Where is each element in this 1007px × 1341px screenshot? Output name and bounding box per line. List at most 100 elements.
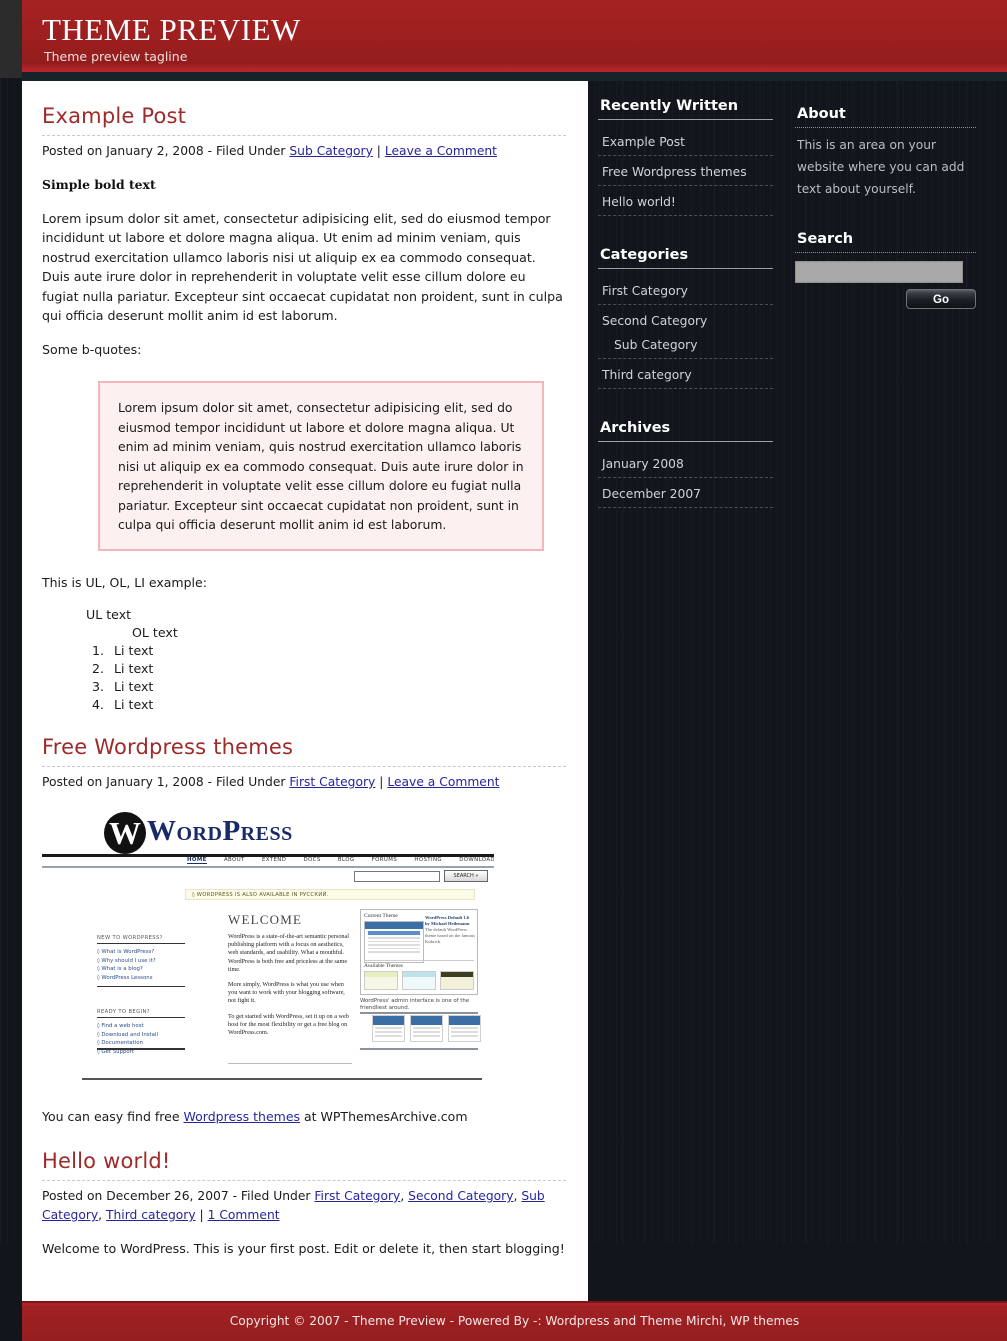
- wp-theme-mini[interactable]: [364, 971, 398, 990]
- list-item[interactable]: Example Post: [598, 126, 773, 156]
- wp-nav-item-forums[interactable]: FORUMS: [372, 857, 398, 864]
- li-item: Li text: [108, 660, 566, 678]
- list-item[interactable]: Hello world!: [598, 186, 773, 216]
- li-item: Li text: [108, 696, 566, 714]
- wp-thumb[interactable]: [448, 1015, 481, 1042]
- category-link[interactable]: Second Category: [602, 314, 707, 328]
- wp-box1-link[interactable]: ◊ What is a blog?: [97, 965, 185, 974]
- category-link[interactable]: Third category: [602, 368, 692, 382]
- wp-box1-link[interactable]: ◊ What is WordPress?: [97, 948, 185, 957]
- list-item-sub[interactable]: Sub Category: [598, 329, 773, 359]
- wp-box1-link[interactable]: ◊ Why should I use it?: [97, 957, 185, 966]
- post-title[interactable]: Hello world!: [42, 1148, 566, 1174]
- wp-box2-link[interactable]: ◊ Download and Install: [97, 1031, 185, 1040]
- li-item: Li text: [108, 642, 566, 660]
- post-meta: Posted on January 1, 2008 - Filed Under …: [42, 766, 566, 792]
- wp-nav-item-extend[interactable]: EXTEND: [262, 857, 286, 864]
- wp-nav-item-about[interactable]: ABOUT: [224, 857, 245, 864]
- recent-post-link[interactable]: Example Post: [602, 135, 685, 149]
- content-column: Example Post Posted on January 2, 2008 -…: [22, 81, 588, 1291]
- post-category-link[interactable]: Sub Category: [289, 144, 372, 158]
- wp-theme-mini[interactable]: [402, 971, 436, 990]
- after-image-suffix: at WPThemesArchive.com: [300, 1109, 468, 1124]
- archive-link[interactable]: January 2008: [602, 457, 684, 471]
- wp-left-bottom-rule: [97, 1048, 185, 1050]
- post-comment-link[interactable]: 1 Comment: [208, 1208, 280, 1222]
- wp-nav-item-download[interactable]: DOWNLOAD: [459, 857, 494, 864]
- list-item[interactable]: January 2008: [598, 448, 773, 478]
- wp-available-label: Available Themes: [364, 963, 403, 969]
- wp-theme-mini[interactable]: [440, 971, 474, 990]
- ol-numbered-list: Li text Li text Li text Li text: [86, 642, 566, 714]
- post-title[interactable]: Example Post: [42, 103, 566, 129]
- about-text: This is an area on your website where yo…: [797, 138, 965, 196]
- post-free-wordpress-themes: Free Wordpress themes Posted on January …: [42, 734, 566, 1124]
- wp-nav-item-hosting[interactable]: HOSTING: [414, 857, 442, 864]
- post-comment-link[interactable]: Leave a Comment: [387, 775, 499, 789]
- wp-logo-row: W WordPress: [42, 808, 494, 857]
- wp-nav-item-home[interactable]: HOME: [187, 857, 207, 864]
- post-category-link[interactable]: First Category: [314, 1189, 400, 1203]
- post-after-image-text: You can easy find free Wordpress themes …: [42, 1109, 566, 1124]
- category-link-sub[interactable]: Sub Category: [614, 338, 697, 352]
- post-body: Welcome to WordPress. This is your first…: [42, 1239, 566, 1259]
- wp-box2-link[interactable]: ◊ Documentation: [97, 1039, 185, 1048]
- post-paragraph: Welcome to WordPress. This is your first…: [42, 1241, 565, 1256]
- recent-post-link[interactable]: Free Wordpress themes: [602, 165, 747, 179]
- search-go-button[interactable]: Go: [906, 289, 976, 309]
- wp-search-input[interactable]: [354, 870, 440, 882]
- wp-search-button[interactable]: SEARCH »: [444, 870, 488, 882]
- post-category-link[interactable]: Third category: [106, 1208, 196, 1222]
- wp-box2-link[interactable]: ◊ Find a web host: [97, 1022, 185, 1031]
- wordpress-themes-link[interactable]: Wordpress themes: [184, 1109, 301, 1124]
- recent-post-link[interactable]: Hello world!: [602, 195, 676, 209]
- post-meta: Posted on December 26, 2007 - Filed Unde…: [42, 1180, 566, 1225]
- sidebar-heading-about: About: [795, 105, 976, 128]
- sidebar-heading-search: Search: [795, 230, 976, 253]
- list-item[interactable]: December 2007: [598, 478, 773, 508]
- post-meta-prefix: Posted on January 2, 2008 - Filed Under: [42, 144, 290, 158]
- wp-thumb[interactable]: [410, 1015, 443, 1042]
- wp-nav-item-docs[interactable]: DOCS: [303, 857, 320, 864]
- post-title[interactable]: Free Wordpress themes: [42, 734, 566, 760]
- wp-welcome-heading: WELCOME: [228, 912, 303, 927]
- post-paragraph-1: Lorem ipsum dolor sit amet, consectetur …: [42, 210, 563, 324]
- sidebar-list-categories: First Category Second Category Sub Categ…: [598, 275, 773, 389]
- post-category-link[interactable]: First Category: [289, 775, 375, 789]
- sidebar-heading-recently-written: Recently Written: [598, 97, 773, 120]
- wp-welcome-body: WordPress is a state-of-the-art semantic…: [228, 933, 352, 1044]
- post-meta: Posted on January 2, 2008 - Filed Under …: [42, 135, 566, 161]
- wp-available-themes: Available Themes: [364, 960, 474, 990]
- wp-thumbnail-row: [372, 1015, 481, 1042]
- search-input[interactable]: [795, 261, 963, 283]
- wp-box1-link[interactable]: ◊ WordPress Lessons: [97, 974, 185, 983]
- sidebar-heading-archives: Archives: [598, 419, 773, 442]
- wp-nav-item-blog[interactable]: BLOG: [338, 857, 355, 864]
- post-bold-heading: Simple bold text: [42, 177, 156, 192]
- wordpress-logo-icon: W: [104, 812, 146, 854]
- list-item[interactable]: First Category: [598, 275, 773, 305]
- blockquote-lead: Some b-quotes:: [42, 341, 142, 357]
- list-item[interactable]: Second Category: [598, 305, 773, 329]
- meta-separator: |: [195, 1208, 208, 1222]
- list-lead: This is UL, OL, LI example:: [42, 574, 207, 590]
- post-blockquote: Lorem ipsum dolor sit amet, consectetur …: [98, 381, 544, 551]
- wp-welcome-p1: WordPress is a state-of-the-art semantic…: [228, 933, 349, 973]
- post-comment-link[interactable]: Leave a Comment: [385, 144, 497, 158]
- post-body: Simple bold text Lorem ipsum dolor sit a…: [42, 175, 566, 714]
- post-meta-prefix: Posted on January 1, 2008 - Filed Under: [42, 775, 290, 789]
- archive-link[interactable]: December 2007: [602, 487, 701, 501]
- post-category-link[interactable]: Second Category: [408, 1189, 513, 1203]
- category-link[interactable]: First Category: [602, 284, 688, 298]
- ol-label-wrap: OL text: [86, 624, 566, 642]
- wp-thumb[interactable]: [372, 1015, 405, 1042]
- list-item[interactable]: Third category: [598, 359, 773, 389]
- sidebar-list-archives: January 2008 December 2007: [598, 448, 773, 508]
- search-form: Go: [795, 261, 976, 309]
- list-item[interactable]: Free Wordpress themes: [598, 156, 773, 186]
- wp-footer-rule: [82, 1078, 482, 1080]
- post-example-post: Example Post Posted on January 2, 2008 -…: [42, 103, 566, 714]
- li-item: Li text: [108, 678, 566, 696]
- wp-welcome-p2: More simply, WordPress is what you use w…: [228, 981, 345, 1005]
- wp-nav: HOME ABOUT EXTEND DOCS BLOG FORUMS HOSTI…: [187, 854, 494, 864]
